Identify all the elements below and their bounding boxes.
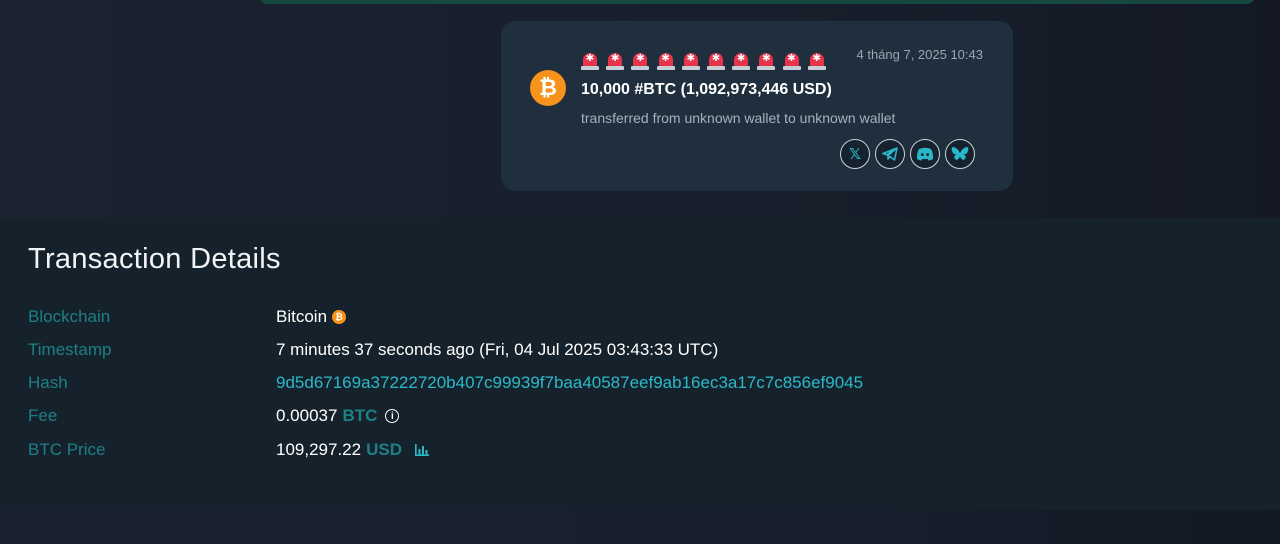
siren-icon [656,52,675,71]
fee-unit: BTC [342,406,378,425]
siren-icon [606,52,625,71]
bluesky-share-button[interactable] [945,139,975,169]
detail-row-hash: Hash 9d5d67169a37222720b407c99939f7baa40… [28,373,1228,397]
siren-icon [706,52,725,71]
siren-icon [807,52,826,71]
siren-icon [757,52,776,71]
detail-row-price: BTC Price 109,297.22 USD [28,440,1228,464]
siren-icon [732,52,751,71]
x-share-button[interactable]: 𝕏 [840,139,870,169]
alert-timestamp: 4 tháng 7, 2025 10:43 [856,47,983,62]
bluesky-icon [951,147,969,160]
siren-icon [782,52,801,71]
siren-icon [631,52,650,71]
transaction-details-panel: Transaction Details Blockchain Bitcoin ₿… [0,218,1280,510]
alert-feed-area: ₿ 4 tháng 7, 2025 10:43 10,000 #BTC (1,0… [0,0,1280,218]
discord-icon [916,147,934,161]
blockchain-label: Blockchain [28,307,111,326]
detail-row-fee: Fee 0.00037 BTC i [28,406,1228,430]
price-value: 109,297.22 [276,440,362,459]
fee-value-wrap: 0.00037 BTC i [276,406,400,426]
x-icon: 𝕏 [848,145,862,163]
bitcoin-icon: ₿ [332,310,347,324]
blockchain-value-wrap: Bitcoin ₿ [276,307,347,327]
info-icon[interactable]: i [385,409,400,423]
section-title: Transaction Details [28,243,281,275]
blockchain-value: Bitcoin [276,307,328,326]
discord-share-button[interactable] [910,139,940,169]
hash-label: Hash [28,373,68,392]
price-value-wrap: 109,297.22 USD [276,440,430,460]
timestamp-label: Timestamp [28,340,112,359]
whale-alert-card: ₿ 4 tháng 7, 2025 10:43 10,000 #BTC (1,0… [501,21,1013,191]
fee-label: Fee [28,406,58,425]
hash-link[interactable]: 9d5d67169a37222720b407c99939f7baa40587ee… [276,373,863,393]
detail-row-timestamp: Timestamp 7 minutes 37 seconds ago (Fri,… [28,340,1228,364]
siren-icon [581,52,599,71]
bar-chart-icon[interactable] [414,443,430,457]
hash-value-wrap: 9d5d67169a37222720b407c99939f7baa40587ee… [276,373,863,393]
telegram-icon [882,147,898,161]
alert-subtitle: transferred from unknown wallet to unkno… [581,110,896,126]
detail-row-blockchain: Blockchain Bitcoin ₿ [28,307,1228,331]
telegram-share-button[interactable] [875,139,905,169]
timestamp-value: 7 minutes 37 seconds ago (Fri, 04 Jul 20… [276,340,719,359]
previous-card-edge [258,0,1256,4]
fee-value: 0.00037 [276,406,338,425]
siren-row [581,52,833,73]
price-unit: USD [366,440,402,459]
price-label: BTC Price [28,440,106,459]
page-footer-area [0,510,1280,544]
alert-headline: 10,000 #BTC (1,092,973,446 USD) [581,81,832,98]
bitcoin-icon: ₿ [530,70,566,106]
siren-icon [681,52,700,71]
share-buttons: 𝕏 [840,139,975,169]
